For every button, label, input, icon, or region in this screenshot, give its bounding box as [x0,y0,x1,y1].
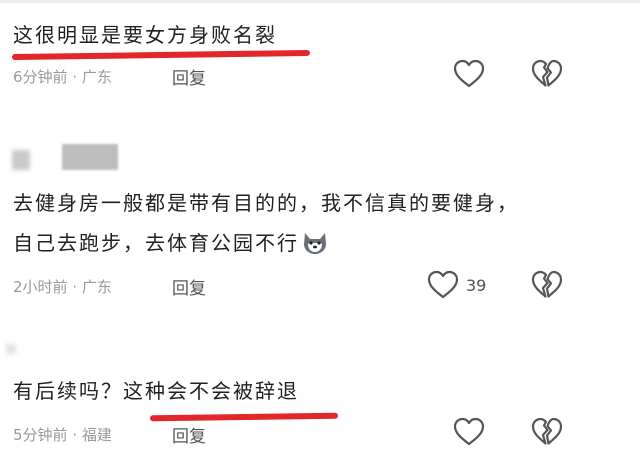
reply-button[interactable]: 回复 [172,422,206,447]
meta-separator: · [72,68,78,86]
broken-heart-icon [531,417,563,445]
broken-heart-icon [531,270,563,298]
dog-face-emoji [301,230,329,264]
comment-1: 这很明显是要女方身败名裂 6分钟前 · 广东 回复 [0,0,640,100]
meta-separator: · [72,426,78,444]
comment-meta: 5分钟前 · 福建 [13,424,112,445]
like-button[interactable] [426,269,460,305]
comment-location: 广东 [81,278,112,296]
reply-button[interactable]: 回复 [172,64,206,89]
comment-2: 去健身房一般都是带有目的的，我不信真的要健身， 自己去跑步，去体育公园不行 2小… [0,130,640,310]
username-blurred [62,144,118,170]
dislike-button[interactable] [530,269,564,305]
comment-text-line-1: 去健身房一般都是带有目的的，我不信真的要健身， [13,191,519,215]
avatar [12,150,30,170]
comment-text-line-2-text: 自己去跑步，去体育公园不行 [13,231,299,255]
red-underline [11,49,311,61]
avatar [6,344,16,354]
comment-3: 有后续吗？这种会不会被辞退 5分钟前 · 福建 回复 [0,340,640,453]
comment-time: 5分钟前 [13,426,68,444]
like-button[interactable] [452,416,486,452]
comment-text: 这很明显是要女方身败名裂 [13,23,277,47]
broken-heart-icon [531,59,563,87]
comment-time: 6分钟前 [13,68,68,86]
reply-button[interactable]: 回复 [172,274,206,299]
comment-location: 广东 [81,68,112,86]
like-button[interactable] [452,58,486,94]
comment-text: 有后续吗？这种会不会被辞退 [13,379,299,403]
red-underline [149,412,339,422]
comment-meta: 6分钟前 · 广东 [13,66,112,87]
heart-outline-icon [453,417,485,446]
heart-outline-icon [453,59,485,88]
meta-separator: · [72,278,78,296]
comment-location: 福建 [81,426,112,444]
comment-text-line-2: 自己去跑步，去体育公园不行 [13,228,329,264]
comment-time: 2小时前 [13,278,68,296]
like-count: 39 [466,276,487,295]
heart-outline-icon [427,270,459,299]
comment-meta: 2小时前 · 广东 [13,276,112,297]
dislike-button[interactable] [530,58,564,94]
dislike-button[interactable] [530,416,564,452]
